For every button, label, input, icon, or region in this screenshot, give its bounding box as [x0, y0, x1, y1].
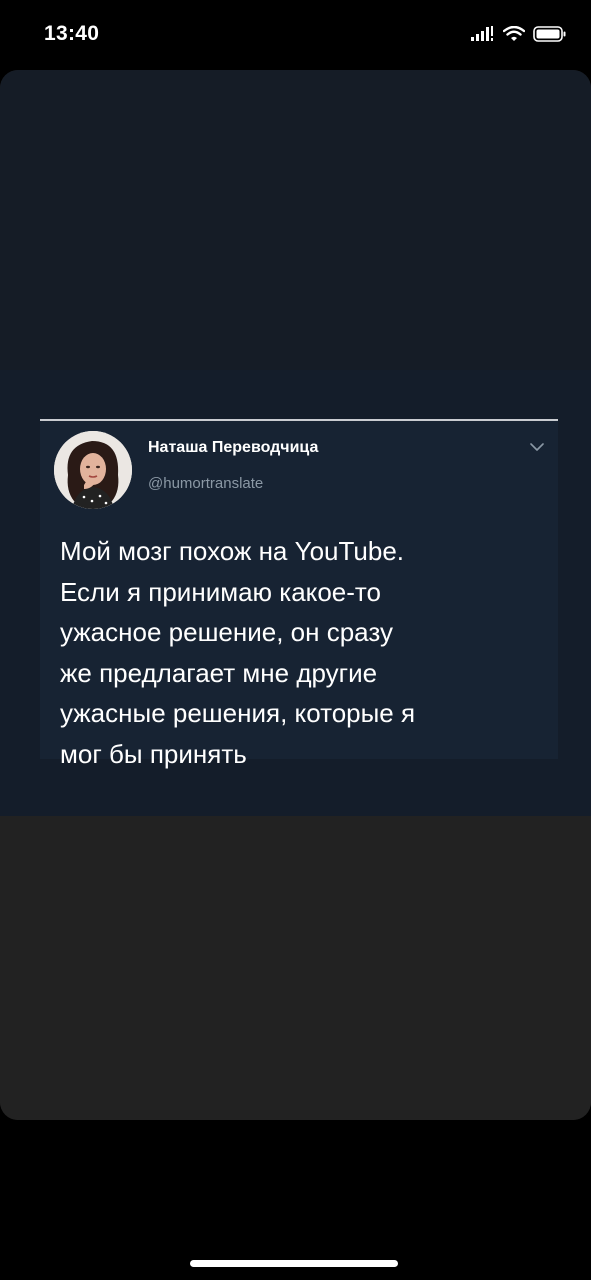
author-handle: @humortranslate	[148, 475, 264, 492]
status-icons	[471, 25, 567, 47]
avatar	[54, 431, 132, 509]
screen: 13:40 Наташа Переводчица @humortranslate…	[0, 0, 591, 1280]
home-indicator[interactable]	[190, 1260, 398, 1267]
tweet-divider	[40, 419, 558, 421]
wifi-icon	[502, 25, 526, 47]
tweet-screenshot-image: Наташа Переводчица @humortranslate Мой м…	[0, 370, 591, 816]
story-viewer-card[interactable]: Наташа Переводчица @humortranslate Мой м…	[0, 70, 591, 1120]
viewer-top-area	[0, 70, 591, 370]
status-time: 13:40	[44, 22, 100, 45]
tweet-card: Наташа Переводчица @humortranslate Мой м…	[40, 419, 558, 769]
battery-icon	[533, 26, 567, 47]
signal-icon	[471, 26, 495, 47]
chevron-down-icon	[530, 439, 544, 451]
author-name: Наташа Переводчица	[148, 439, 319, 456]
tweet-text: Мой мозг похож на YouTube. Если я приним…	[60, 536, 416, 769]
viewer-bottom-area	[0, 816, 591, 1120]
status-bar: 13:40	[0, 0, 591, 70]
